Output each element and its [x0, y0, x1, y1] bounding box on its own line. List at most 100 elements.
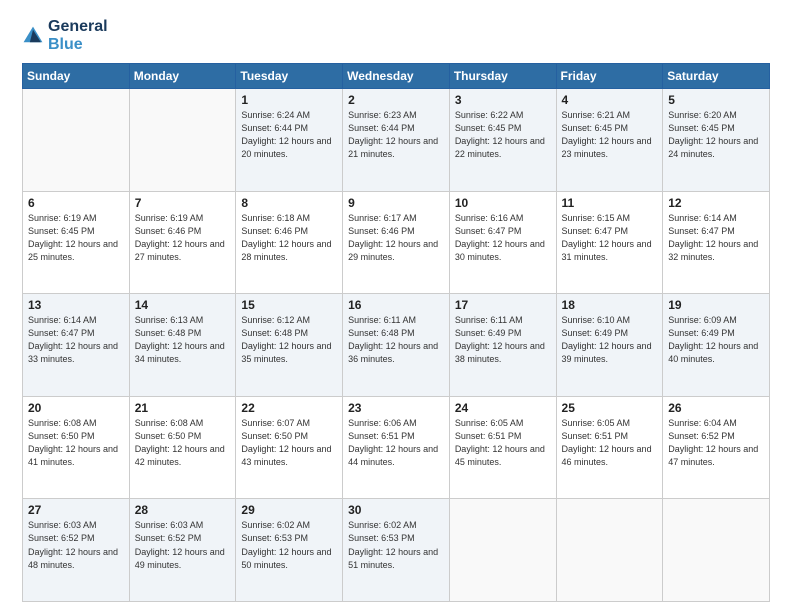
calendar-cell: 16Sunrise: 6:11 AM Sunset: 6:48 PM Dayli… [343, 294, 450, 397]
day-detail: Sunrise: 6:08 AM Sunset: 6:50 PM Dayligh… [135, 417, 231, 469]
day-number: 10 [455, 196, 551, 210]
calendar-cell: 19 Sunrise: 6:09 AM Sunset: 6:49 PM Dayli… [663, 294, 770, 397]
week-row-3: 13 Sunrise: 6:14 AM Sunset: 6:47 PM Dayli… [23, 294, 770, 397]
day-number: 3 [455, 93, 551, 107]
weekday-header-row: SundayMondayTuesdayWednesdayThursdayFrid… [23, 64, 770, 89]
day-detail: Sunrise: 6:10 AM Sunset: 6:49 PM Dayligh… [562, 314, 658, 366]
calendar-cell [663, 499, 770, 602]
day-detail: Sunrise: 6:02 AM Sunset: 6:53 PM Dayligh… [348, 519, 444, 571]
day-number: 14 [135, 298, 231, 312]
calendar-cell: 20 Sunrise: 6:08 AM Sunset: 6:50 PM Dayli… [23, 396, 130, 499]
calendar-cell [449, 499, 556, 602]
day-detail: Sunrise: 6:14 AM Sunset: 6:47 PM Dayligh… [668, 212, 764, 264]
calendar-cell: 25 Sunrise: 6:05 AM Sunset: 6:51 PM Dayli… [556, 396, 663, 499]
day-number: 19 [668, 298, 764, 312]
day-detail: Sunrise: 6:20 AM Sunset: 6:45 PM Dayligh… [668, 109, 764, 161]
day-detail: Sunrise: 6:03 AM Sunset: 6:52 PM Dayligh… [135, 519, 231, 571]
day-detail: Sunrise: 6:02 AM Sunset: 6:53 PM Dayligh… [241, 519, 337, 571]
week-row-2: 6Sunrise: 6:19 AM Sunset: 6:45 PM Daylig… [23, 191, 770, 294]
calendar-cell: 4 Sunrise: 6:21 AM Sunset: 6:45 PM Daylig… [556, 89, 663, 192]
day-number: 27 [28, 503, 124, 517]
day-number: 8 [241, 196, 337, 210]
calendar-cell: 11Sunrise: 6:15 AM Sunset: 6:47 PM Dayli… [556, 191, 663, 294]
day-detail: Sunrise: 6:12 AM Sunset: 6:48 PM Dayligh… [241, 314, 337, 366]
page: General Blue SundayMondayTuesdayWednesda… [0, 0, 792, 612]
day-detail: Sunrise: 6:05 AM Sunset: 6:51 PM Dayligh… [562, 417, 658, 469]
calendar-cell: 28 Sunrise: 6:03 AM Sunset: 6:52 PM Dayli… [129, 499, 236, 602]
week-row-1: 1 Sunrise: 6:24 AM Sunset: 6:44 PM Daylig… [23, 89, 770, 192]
calendar-cell: 6Sunrise: 6:19 AM Sunset: 6:45 PM Daylig… [23, 191, 130, 294]
day-number: 20 [28, 401, 124, 415]
day-number: 1 [241, 93, 337, 107]
day-number: 4 [562, 93, 658, 107]
day-detail: Sunrise: 6:09 AM Sunset: 6:49 PM Dayligh… [668, 314, 764, 366]
day-detail: Sunrise: 6:15 AM Sunset: 6:47 PM Dayligh… [562, 212, 658, 264]
calendar-cell: 9Sunrise: 6:17 AM Sunset: 6:46 PM Daylig… [343, 191, 450, 294]
calendar-cell: 10 Sunrise: 6:16 AM Sunset: 6:47 PM Dayli… [449, 191, 556, 294]
weekday-header-monday: Monday [129, 64, 236, 89]
calendar-cell: 17 Sunrise: 6:11 AM Sunset: 6:49 PM Dayli… [449, 294, 556, 397]
day-number: 15 [241, 298, 337, 312]
week-row-4: 20 Sunrise: 6:08 AM Sunset: 6:50 PM Dayli… [23, 396, 770, 499]
calendar-cell: 15 Sunrise: 6:12 AM Sunset: 6:48 PM Dayli… [236, 294, 343, 397]
logo: General Blue [22, 18, 108, 53]
day-detail: Sunrise: 6:05 AM Sunset: 6:51 PM Dayligh… [455, 417, 551, 469]
day-detail: Sunrise: 6:16 AM Sunset: 6:47 PM Dayligh… [455, 212, 551, 264]
day-number: 18 [562, 298, 658, 312]
day-number: 24 [455, 401, 551, 415]
day-number: 29 [241, 503, 337, 517]
day-detail: Sunrise: 6:04 AM Sunset: 6:52 PM Dayligh… [668, 417, 764, 469]
logo-icon [22, 25, 44, 47]
calendar-cell: 13 Sunrise: 6:14 AM Sunset: 6:47 PM Dayli… [23, 294, 130, 397]
day-number: 7 [135, 196, 231, 210]
weekday-header-saturday: Saturday [663, 64, 770, 89]
day-number: 26 [668, 401, 764, 415]
day-detail: Sunrise: 6:11 AM Sunset: 6:48 PM Dayligh… [348, 314, 444, 366]
day-detail: Sunrise: 6:17 AM Sunset: 6:46 PM Dayligh… [348, 212, 444, 264]
weekday-header-wednesday: Wednesday [343, 64, 450, 89]
day-number: 12 [668, 196, 764, 210]
calendar-cell: 3 Sunrise: 6:22 AM Sunset: 6:45 PM Daylig… [449, 89, 556, 192]
weekday-header-tuesday: Tuesday [236, 64, 343, 89]
day-detail: Sunrise: 6:18 AM Sunset: 6:46 PM Dayligh… [241, 212, 337, 264]
calendar-cell: 23Sunrise: 6:06 AM Sunset: 6:51 PM Dayli… [343, 396, 450, 499]
day-number: 21 [135, 401, 231, 415]
calendar-cell [556, 499, 663, 602]
day-detail: Sunrise: 6:06 AM Sunset: 6:51 PM Dayligh… [348, 417, 444, 469]
day-number: 2 [348, 93, 444, 107]
calendar-cell: 27 Sunrise: 6:03 AM Sunset: 6:52 PM Dayli… [23, 499, 130, 602]
day-detail: Sunrise: 6:13 AM Sunset: 6:48 PM Dayligh… [135, 314, 231, 366]
weekday-header-friday: Friday [556, 64, 663, 89]
day-number: 6 [28, 196, 124, 210]
day-detail: Sunrise: 6:21 AM Sunset: 6:45 PM Dayligh… [562, 109, 658, 161]
calendar-cell: 14 Sunrise: 6:13 AM Sunset: 6:48 PM Dayli… [129, 294, 236, 397]
calendar-cell: 26 Sunrise: 6:04 AM Sunset: 6:52 PM Dayli… [663, 396, 770, 499]
calendar-cell: 29 Sunrise: 6:02 AM Sunset: 6:53 PM Dayli… [236, 499, 343, 602]
calendar-cell: 7 Sunrise: 6:19 AM Sunset: 6:46 PM Daylig… [129, 191, 236, 294]
calendar-cell: 12 Sunrise: 6:14 AM Sunset: 6:47 PM Dayli… [663, 191, 770, 294]
day-number: 13 [28, 298, 124, 312]
calendar-cell: 1 Sunrise: 6:24 AM Sunset: 6:44 PM Daylig… [236, 89, 343, 192]
calendar-cell [23, 89, 130, 192]
calendar-cell: 21 Sunrise: 6:08 AM Sunset: 6:50 PM Dayli… [129, 396, 236, 499]
day-detail: Sunrise: 6:22 AM Sunset: 6:45 PM Dayligh… [455, 109, 551, 161]
day-number: 28 [135, 503, 231, 517]
day-detail: Sunrise: 6:08 AM Sunset: 6:50 PM Dayligh… [28, 417, 124, 469]
calendar-cell: 30 Sunrise: 6:02 AM Sunset: 6:53 PM Dayli… [343, 499, 450, 602]
day-detail: Sunrise: 6:24 AM Sunset: 6:44 PM Dayligh… [241, 109, 337, 161]
calendar: SundayMondayTuesdayWednesdayThursdayFrid… [22, 63, 770, 602]
day-detail: Sunrise: 6:19 AM Sunset: 6:46 PM Dayligh… [135, 212, 231, 264]
calendar-cell: 8 Sunrise: 6:18 AM Sunset: 6:46 PM Daylig… [236, 191, 343, 294]
weekday-header-thursday: Thursday [449, 64, 556, 89]
day-detail: Sunrise: 6:03 AM Sunset: 6:52 PM Dayligh… [28, 519, 124, 571]
day-number: 5 [668, 93, 764, 107]
header: General Blue [22, 18, 770, 53]
weekday-header-sunday: Sunday [23, 64, 130, 89]
day-number: 30 [348, 503, 444, 517]
day-number: 25 [562, 401, 658, 415]
calendar-cell [129, 89, 236, 192]
week-row-5: 27 Sunrise: 6:03 AM Sunset: 6:52 PM Dayli… [23, 499, 770, 602]
day-detail: Sunrise: 6:14 AM Sunset: 6:47 PM Dayligh… [28, 314, 124, 366]
day-detail: Sunrise: 6:11 AM Sunset: 6:49 PM Dayligh… [455, 314, 551, 366]
day-number: 17 [455, 298, 551, 312]
